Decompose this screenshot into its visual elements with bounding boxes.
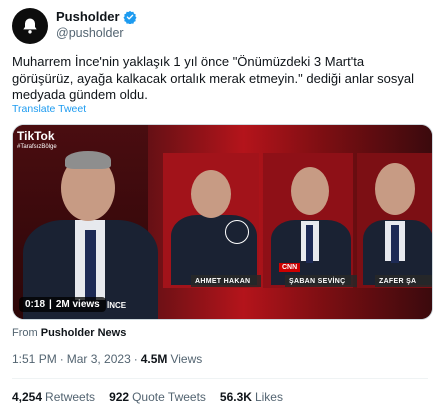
user-handle[interactable]: @pusholder [56,26,124,40]
likes-count: 56.3K [219,390,252,404]
panel-name-2: ŞABAN SEVİNÇ [285,275,357,287]
tweet-text: Muharrem İnce'nin yaklaşık 1 yıl önce "Ö… [12,54,415,102]
meta-separator-2: · [133,352,138,366]
meta-separator-1: · [59,352,64,366]
retweets-count: 4,254 [12,390,43,404]
source-line: From Pusholder News [12,327,126,339]
source-name-link[interactable]: Pusholder News [41,327,127,339]
name-row: Pusholder [56,9,137,24]
video-stats-overlay: 0:18 | 2M views [19,297,106,312]
guest-2-tie [306,225,313,263]
channel-logo-tag: CNN [279,263,301,272]
verified-badge-icon [123,10,137,24]
tiktok-username: #TarafsızBölge [17,144,57,150]
video-separator: | [49,299,52,310]
views-count: 4.5M [140,352,168,366]
tweet-meta: 1:51 PM · Mar 3, 2023 · 4.5M Views [12,352,202,366]
quote-tweets-count: 922 [109,390,130,404]
speaker-hair [65,151,111,169]
speaker-name-label: İNCE [107,301,127,310]
retweets-stat[interactable]: 4,254 Retweets [12,390,95,404]
panel-name-1: AHMET HAKAN [191,275,261,287]
channel-logo-icon [225,220,249,244]
likes-stat[interactable]: 56.3K Likes [220,390,283,404]
tweet-video[interactable]: AHMET HAKAN CNN ŞABAN SEVİNÇ ZAFER ŞA Ti… [12,124,433,320]
tweet-date[interactable]: Mar 3, 2023 [67,352,131,366]
source-prefix: From [12,327,38,339]
avatar[interactable] [12,8,48,44]
tweet-time[interactable]: 1:51 PM [12,352,57,366]
guest-3-tie [391,225,399,263]
translate-tweet-link[interactable]: Translate Tweet [12,103,86,115]
likes-label: Likes [254,390,283,404]
divider [12,378,428,379]
video-views: 2M views [55,299,100,310]
guest-3-head [375,163,415,215]
guest-1-head [191,170,231,218]
tweet-header: Pusholder @pusholder [12,8,428,44]
video-duration: 0:18 [25,299,46,310]
quote-tweets-label: Quote Tweets [132,390,206,404]
guest-2-head [291,167,329,215]
bell-icon [23,18,37,34]
speaker-tie [85,230,96,300]
quote-tweets-stat[interactable]: 922 Quote Tweets [109,390,206,404]
display-name[interactable]: Pusholder [56,9,120,24]
retweets-label: Retweets [45,390,96,404]
tiktok-logo: TikTok [17,129,55,143]
views-label: Views [170,352,203,366]
panel-name-3: ZAFER ŞA [375,275,432,287]
engagement-stats: 4,254 Retweets 922 Quote Tweets 56.3K Likes [12,390,283,404]
tiktok-watermark: TikTok #TarafsızBölge [17,129,57,150]
